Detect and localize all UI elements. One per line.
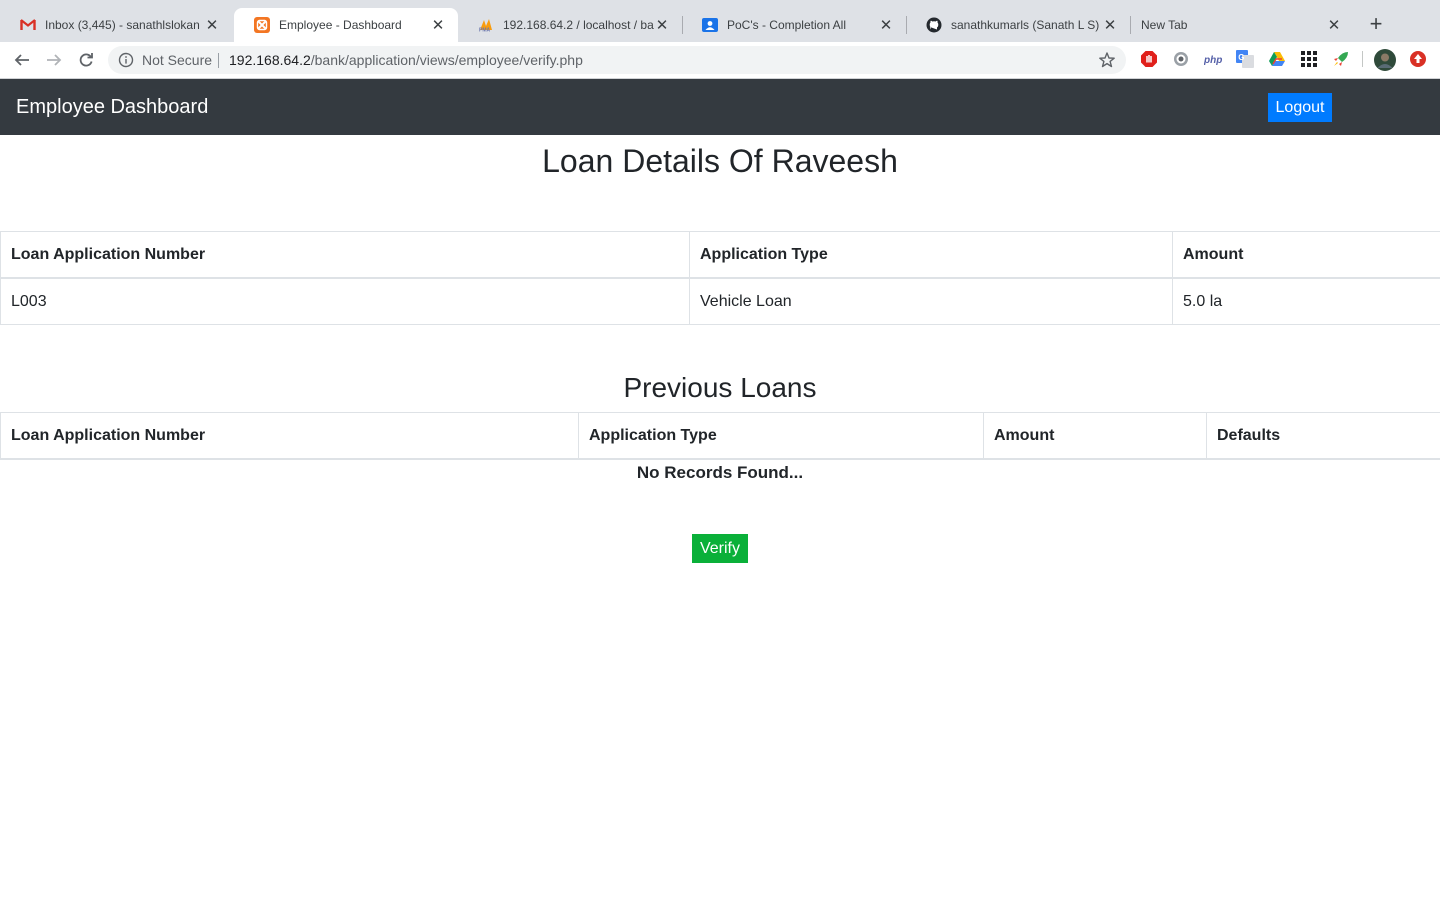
update-icon[interactable] <box>1409 50 1427 68</box>
table-header-row: Loan Application Number Application Type… <box>0 231 1440 279</box>
security-label[interactable]: Not Secure <box>142 52 212 68</box>
bookmark-star-icon[interactable] <box>1098 51 1116 69</box>
google-classroom-icon <box>702 17 718 33</box>
drive-icon[interactable] <box>1268 50 1286 68</box>
phpmyadmin-icon: PMA <box>478 17 494 33</box>
close-icon[interactable]: ✕ <box>1326 17 1342 34</box>
tab-title: Inbox (3,445) - sanathlslokan <box>45 18 200 32</box>
close-icon[interactable]: ✕ <box>430 17 446 34</box>
close-icon[interactable]: ✕ <box>878 17 894 34</box>
tab-title: sanathkumarls (Sanath L S) <box>951 18 1100 32</box>
github-icon <box>926 17 942 33</box>
close-icon[interactable]: ✕ <box>204 17 220 34</box>
back-arrow-icon[interactable] <box>11 49 33 71</box>
reload-icon[interactable] <box>75 49 97 71</box>
browser-tab-bar: Inbox (3,445) - sanathlslokan ✕ Employee… <box>0 0 1440 42</box>
url-host: 192.168.64.2 <box>229 52 311 68</box>
previous-loans-table: Loan Application Number Application Type… <box>0 412 1440 460</box>
tab-title: New Tab <box>1141 18 1188 32</box>
loan-number-cell: L003 <box>0 277 690 325</box>
tab-employee-dashboard[interactable]: Employee - Dashboard ✕ <box>234 8 458 42</box>
navbar-brand[interactable]: Employee Dashboard <box>16 96 208 119</box>
tab-title: 192.168.64.2 / localhost / ban <box>503 18 654 32</box>
previous-loans-heading: Previous Loans <box>623 372 817 403</box>
close-icon[interactable]: ✕ <box>1102 17 1118 34</box>
column-header: Amount <box>1172 231 1440 279</box>
page-title: Loan Details Of Raveesh <box>542 143 898 179</box>
address-divider <box>218 53 219 68</box>
browser-toolbar: Not Secure 192.168.64.2/bank/application… <box>0 42 1440 78</box>
column-header: Amount <box>983 412 1207 460</box>
application-type-cell: Vehicle Loan <box>689 277 1173 325</box>
column-header: Application Type <box>689 231 1173 279</box>
php-icon[interactable]: php <box>1204 50 1224 68</box>
table-row: L003 Vehicle Loan 5.0 la <box>0 277 1440 325</box>
column-header: Defaults <box>1206 412 1440 460</box>
rocket-icon[interactable] <box>1332 50 1350 68</box>
column-header: Loan Application Number <box>0 412 579 460</box>
forward-arrow-icon[interactable] <box>43 49 65 71</box>
xampp-icon <box>254 17 270 33</box>
google-translate-icon[interactable]: G <box>1236 50 1254 68</box>
verify-button[interactable]: Verify <box>692 534 748 563</box>
tab-phpmyadmin[interactable]: PMA 192.168.64.2 / localhost / ban ✕ <box>458 8 682 42</box>
table-header-row: Loan Application Number Application Type… <box>0 412 1440 460</box>
amount-cell: 5.0 la <box>1172 277 1440 325</box>
grid-apps-icon[interactable] <box>1300 50 1318 68</box>
tab-gmail[interactable]: Inbox (3,445) - sanathlslokan ✕ <box>0 8 232 42</box>
logout-button[interactable]: Logout <box>1268 93 1332 122</box>
close-icon[interactable]: ✕ <box>654 17 670 34</box>
tab-github[interactable]: sanathkumarls (Sanath L S) ✕ <box>906 8 1130 42</box>
url-path: /bank/application/views/employee/verify.… <box>310 52 583 68</box>
column-header: Loan Application Number <box>0 231 690 279</box>
new-tab-plus-icon[interactable]: + <box>1364 13 1388 37</box>
url-text[interactable]: 192.168.64.2/bank/application/views/empl… <box>229 52 583 68</box>
svg-text:php: php <box>1204 55 1222 65</box>
tab-new-tab[interactable]: New Tab ✕ <box>1130 8 1354 42</box>
column-header: Application Type <box>578 412 984 460</box>
no-records-message: No Records Found... <box>636 463 804 482</box>
loan-details-table: Loan Application Number Application Type… <box>0 231 1440 325</box>
gmail-icon <box>20 17 36 33</box>
tab-classroom[interactable]: PoC's - Completion All ✕ <box>682 8 906 42</box>
tab-title: PoC's - Completion All <box>727 18 847 32</box>
adblock-icon[interactable] <box>1140 50 1158 68</box>
svg-text:PMA: PMA <box>479 28 491 33</box>
svg-text:G: G <box>1238 53 1244 62</box>
toolbar-divider <box>1362 51 1363 67</box>
profile-avatar[interactable] <box>1374 49 1396 71</box>
top-navbar: Employee Dashboard Logout <box>0 79 1440 135</box>
info-icon[interactable] <box>118 52 134 68</box>
tab-title: Employee - Dashboard <box>279 18 402 32</box>
settings-extension-icon[interactable] <box>1172 50 1190 68</box>
address-bar[interactable]: Not Secure 192.168.64.2/bank/application… <box>108 46 1126 74</box>
